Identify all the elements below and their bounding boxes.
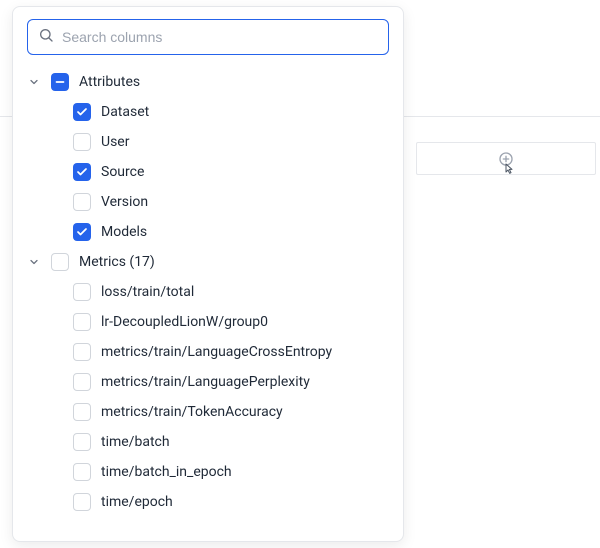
chevron-down-icon[interactable] [27,256,41,268]
item-row-models[interactable]: Models [27,217,389,247]
group-label: Metrics (17) [79,254,155,270]
chevron-down-icon[interactable] [27,76,41,88]
search-field-container[interactable] [27,19,389,55]
item-time-batch-in-epoch-checkbox[interactable] [73,463,91,481]
item-row-time-batch-in-epoch[interactable]: time/batch_in_epoch [27,457,389,487]
item-source-checkbox[interactable] [73,163,91,181]
item-label: metrics/train/TokenAccuracy [101,404,283,420]
group-attributes-checkbox[interactable] [51,73,69,91]
item-metrics-train-langce-checkbox[interactable] [73,343,91,361]
item-row-user[interactable]: User [27,127,389,157]
group-metrics-checkbox[interactable] [51,253,69,271]
item-label: lr-DecoupledLionW/group0 [101,314,268,330]
group-row-attributes[interactable]: Attributes [27,67,389,97]
item-user-checkbox[interactable] [73,133,91,151]
item-label: time/batch [101,434,170,450]
item-row-version[interactable]: Version [27,187,389,217]
item-label: Source [101,164,144,180]
item-label: Models [101,224,147,240]
item-lr-decoupledlionw-group0-checkbox[interactable] [73,313,91,331]
item-row-metrics-train-langperp[interactable]: metrics/train/LanguagePerplexity [27,367,389,397]
item-label: Dataset [101,104,149,120]
item-time-batch-checkbox[interactable] [73,433,91,451]
search-input[interactable] [62,29,378,45]
item-version-checkbox[interactable] [73,193,91,211]
item-row-dataset[interactable]: Dataset [27,97,389,127]
item-label: metrics/train/LanguageCrossEntropy [101,344,332,360]
item-label: time/epoch [101,494,173,510]
item-row-metrics-train-langce[interactable]: metrics/train/LanguageCrossEntropy [27,337,389,367]
item-label: metrics/train/LanguagePerplexity [101,374,310,390]
group-label: Attributes [79,74,140,90]
column-picker-panel: Attributes Dataset User Source Version Models… [12,6,404,542]
item-row-lr-decoupledlionw-group0[interactable]: lr-DecoupledLionW/group0 [27,307,389,337]
item-row-source[interactable]: Source [27,157,389,187]
cursor-icon [500,162,516,182]
item-row-loss-train-total[interactable]: loss/train/total [27,277,389,307]
item-label: Version [101,194,148,210]
item-label: loss/train/total [101,284,194,300]
item-row-time-batch[interactable]: time/batch [27,427,389,457]
item-row-metrics-train-tokacc[interactable]: metrics/train/TokenAccuracy [27,397,389,427]
item-row-time-epoch[interactable]: time/epoch [27,487,389,517]
group-row-metrics[interactable]: Metrics (17) [27,247,389,277]
item-loss-train-total-checkbox[interactable] [73,283,91,301]
item-label: time/batch_in_epoch [101,464,232,480]
search-icon [38,27,54,47]
item-metrics-train-tokacc-checkbox[interactable] [73,403,91,421]
item-label: User [101,134,129,150]
item-dataset-checkbox[interactable] [73,103,91,121]
column-tree: Attributes Dataset User Source Version Models… [27,67,389,517]
item-models-checkbox[interactable] [73,223,91,241]
item-time-epoch-checkbox[interactable] [73,493,91,511]
item-metrics-train-langperp-checkbox[interactable] [73,373,91,391]
